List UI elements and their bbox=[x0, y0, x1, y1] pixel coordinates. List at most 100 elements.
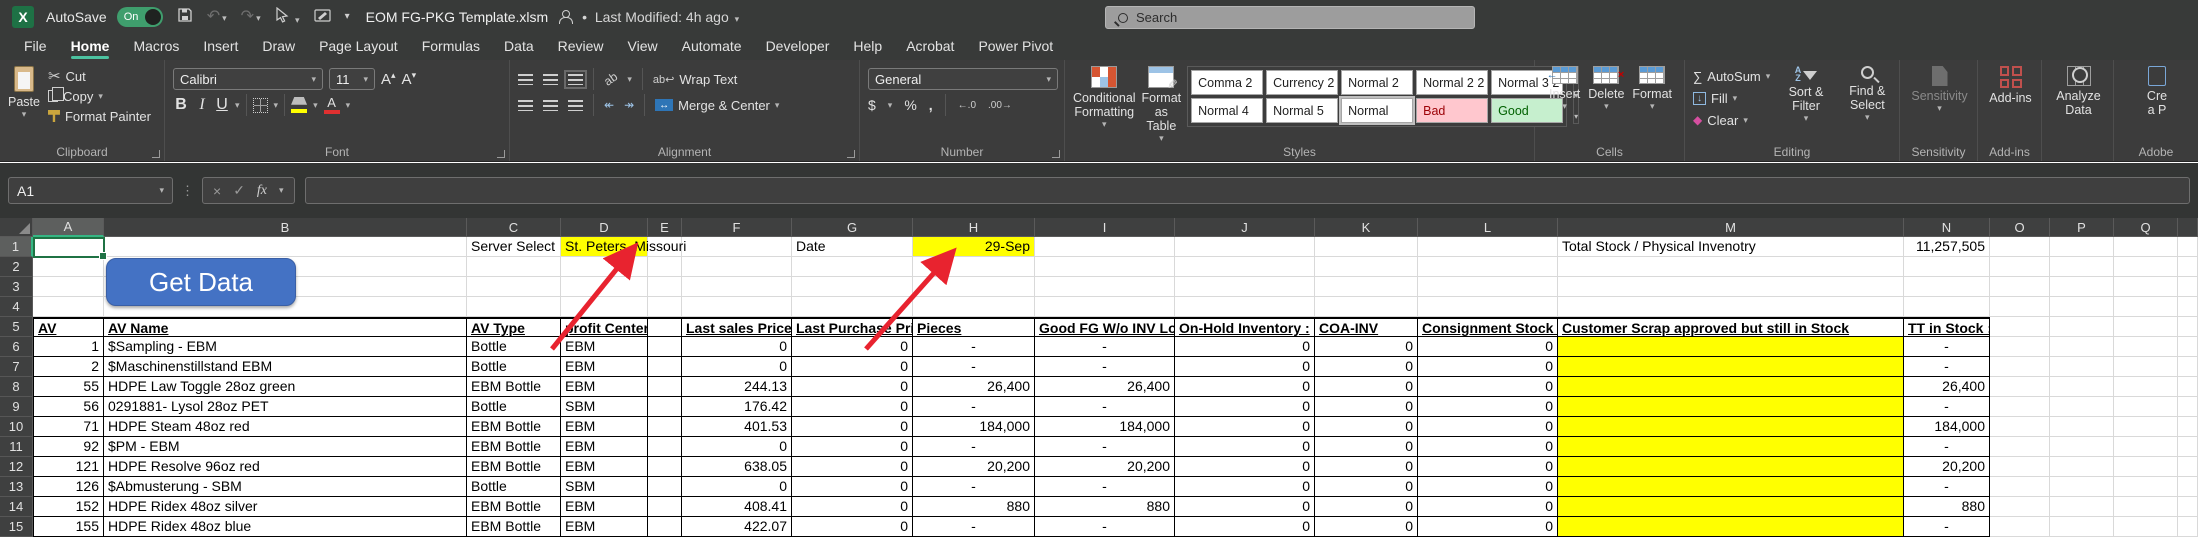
cell-L11[interactable]: 0 bbox=[1418, 437, 1558, 457]
col-header-J[interactable]: J bbox=[1175, 218, 1315, 237]
cell-P8[interactable] bbox=[2050, 377, 2114, 397]
select-all-button[interactable] bbox=[0, 218, 33, 237]
cell-X2[interactable] bbox=[2178, 257, 2198, 277]
cell-L4[interactable] bbox=[1418, 297, 1558, 317]
cell-L3[interactable] bbox=[1418, 277, 1558, 297]
cell-G6[interactable]: 0 bbox=[792, 337, 913, 357]
cell-A12[interactable]: 121 bbox=[33, 457, 104, 477]
cell-N12[interactable]: 20,200 bbox=[1904, 457, 1990, 477]
cell-C10[interactable]: EBM Bottle bbox=[467, 417, 561, 437]
font-color-button[interactable]: A bbox=[324, 96, 340, 114]
cell-J11[interactable]: 0 bbox=[1175, 437, 1315, 457]
cell-D7[interactable]: EBM bbox=[561, 357, 648, 377]
cell-G11[interactable]: 0 bbox=[792, 437, 913, 457]
cell-L15[interactable]: 0 bbox=[1418, 517, 1558, 537]
sort-filter-button[interactable]: AZ Sort & Filter▾ bbox=[1780, 66, 1831, 143]
align-top-button[interactable] bbox=[518, 74, 533, 85]
last-modified[interactable]: • Last Modified: 4h ago ▾ bbox=[582, 9, 739, 25]
style-normal-4[interactable]: Normal 4 bbox=[1191, 98, 1263, 123]
cell-E2[interactable] bbox=[648, 257, 682, 277]
cell-H6[interactable]: - bbox=[913, 337, 1035, 357]
cell-A4[interactable] bbox=[33, 297, 104, 317]
cell-J10[interactable]: 0 bbox=[1175, 417, 1315, 437]
insert-function-button[interactable]: fx bbox=[257, 183, 267, 199]
cell-B15[interactable]: HDPE Ridex 48oz blue bbox=[104, 517, 467, 537]
cell-E10[interactable] bbox=[648, 417, 682, 437]
cell-B11[interactable]: $PM - EBM bbox=[104, 437, 467, 457]
cell-F14[interactable]: 408.41 bbox=[682, 497, 792, 517]
cell-F10[interactable]: 401.53 bbox=[682, 417, 792, 437]
cell-H14[interactable]: 880 bbox=[913, 497, 1035, 517]
number-dialog-launcher[interactable] bbox=[1052, 150, 1060, 158]
cell-A14[interactable]: 152 bbox=[33, 497, 104, 517]
cell-X13[interactable] bbox=[2178, 477, 2198, 497]
cell-G8[interactable]: 0 bbox=[792, 377, 913, 397]
cell-J1[interactable] bbox=[1175, 237, 1315, 257]
cell-F4[interactable] bbox=[682, 297, 792, 317]
cell-K7[interactable]: 0 bbox=[1315, 357, 1418, 377]
cell-C9[interactable]: Bottle bbox=[467, 397, 561, 417]
cell-N10[interactable]: 184,000 bbox=[1904, 417, 1990, 437]
cell-F8[interactable]: 244.13 bbox=[682, 377, 792, 397]
cell-O2[interactable] bbox=[1990, 257, 2050, 277]
cell-Q12[interactable] bbox=[2114, 457, 2178, 477]
percent-style-button[interactable]: % bbox=[904, 97, 916, 113]
cell-K4[interactable] bbox=[1315, 297, 1418, 317]
orientation-button[interactable]: ab bbox=[601, 69, 620, 88]
cell-P12[interactable] bbox=[2050, 457, 2114, 477]
cell-O4[interactable] bbox=[1990, 297, 2050, 317]
cell-X6[interactable] bbox=[2178, 337, 2198, 357]
cell-A8[interactable]: 55 bbox=[33, 377, 104, 397]
cell-O5[interactable] bbox=[1990, 317, 2050, 337]
cell-F6[interactable]: 0 bbox=[682, 337, 792, 357]
menu-item-power-pivot[interactable]: Power Pivot bbox=[968, 35, 1063, 59]
cell-Q11[interactable] bbox=[2114, 437, 2178, 457]
cell-L12[interactable]: 0 bbox=[1418, 457, 1558, 477]
col-header-L[interactable]: L bbox=[1418, 218, 1558, 237]
row-header-4[interactable]: 4 bbox=[0, 297, 33, 317]
cell-J6[interactable]: 0 bbox=[1175, 337, 1315, 357]
cell-L10[interactable]: 0 bbox=[1418, 417, 1558, 437]
cell-H13[interactable]: - bbox=[913, 477, 1035, 497]
paste-button[interactable]: Paste▾ bbox=[8, 66, 40, 126]
font-size-select[interactable]: 11▾ bbox=[329, 68, 375, 90]
cell-P14[interactable] bbox=[2050, 497, 2114, 517]
cell-M4[interactable] bbox=[1558, 297, 1904, 317]
cell-J14[interactable]: 0 bbox=[1175, 497, 1315, 517]
align-middle-button[interactable] bbox=[543, 74, 558, 85]
cell-A7[interactable]: 2 bbox=[33, 357, 104, 377]
cell-A11[interactable]: 92 bbox=[33, 437, 104, 457]
cell-A2[interactable] bbox=[33, 257, 104, 277]
cell-A10[interactable]: 71 bbox=[33, 417, 104, 437]
cell-K3[interactable] bbox=[1315, 277, 1418, 297]
row-header-9[interactable]: 9 bbox=[0, 397, 33, 417]
row-header-7[interactable]: 7 bbox=[0, 357, 33, 377]
col-header-M[interactable]: M bbox=[1558, 218, 1904, 237]
cell-B12[interactable]: HDPE Resolve 96oz red bbox=[104, 457, 467, 477]
cell-C2[interactable] bbox=[467, 257, 561, 277]
cell-H2[interactable] bbox=[913, 257, 1035, 277]
cell-N1[interactable]: 11,257,505 bbox=[1904, 237, 1990, 257]
cell-F13[interactable]: 0 bbox=[682, 477, 792, 497]
cell-J8[interactable]: 0 bbox=[1175, 377, 1315, 397]
align-right-button[interactable] bbox=[568, 100, 583, 111]
cell-P5[interactable] bbox=[2050, 317, 2114, 337]
col-header-K[interactable]: K bbox=[1315, 218, 1418, 237]
cell-D14[interactable]: EBM bbox=[561, 497, 648, 517]
cell-H5[interactable]: Pieces bbox=[913, 317, 1035, 337]
row-header-1[interactable]: 1 bbox=[0, 237, 33, 257]
cell-K12[interactable]: 0 bbox=[1315, 457, 1418, 477]
style-normal-2-2[interactable]: Normal 2 2 bbox=[1416, 70, 1488, 95]
cell-O9[interactable] bbox=[1990, 397, 2050, 417]
cell-E12[interactable] bbox=[648, 457, 682, 477]
menu-item-automate[interactable]: Automate bbox=[672, 35, 752, 59]
cell-B13[interactable]: $Abmusterung - SBM bbox=[104, 477, 467, 497]
cell-M12[interactable] bbox=[1558, 457, 1904, 477]
cell-J15[interactable]: 0 bbox=[1175, 517, 1315, 537]
cell-H4[interactable] bbox=[913, 297, 1035, 317]
row-header-6[interactable]: 6 bbox=[0, 337, 33, 357]
cell-I11[interactable]: - bbox=[1035, 437, 1175, 457]
cell-K9[interactable]: 0 bbox=[1315, 397, 1418, 417]
wrap-text-button[interactable]: ab↩Wrap Text bbox=[653, 69, 738, 89]
col-header-A[interactable]: A bbox=[33, 218, 104, 237]
